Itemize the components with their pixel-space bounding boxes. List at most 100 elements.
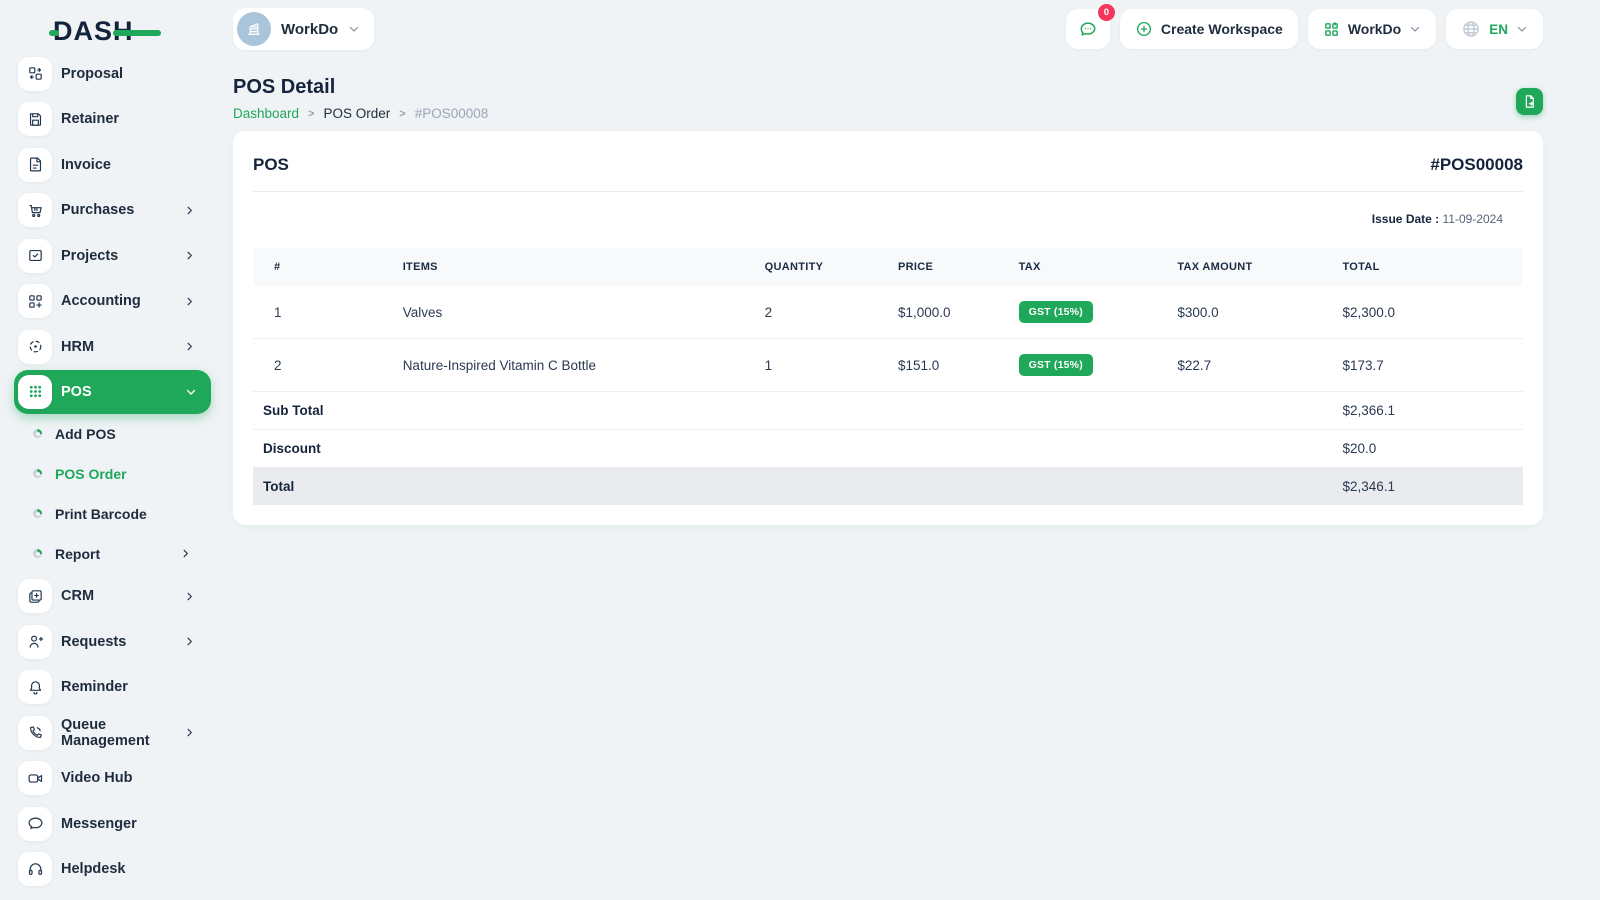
chevron-down-icon [350,26,359,32]
sidebar-item-label: Purchases [61,202,135,219]
cell-price: $1,000.0 [887,286,1009,339]
sidebar-item-projects[interactable]: Projects [14,233,211,279]
sidebar-item-accounting[interactable]: Accounting [14,279,211,325]
sidebar-item-purchases[interactable]: Purchases [14,188,211,234]
sidebar-item-video-hub[interactable]: Video Hub [14,756,211,802]
tax-badge: GST (15%) [1018,301,1093,323]
cell-qty: 2 [754,286,888,339]
cell-tax: GST (15%) [1008,338,1168,392]
export-button[interactable] [1516,88,1543,115]
subtotal-label: Sub Total [253,391,393,430]
sidebar-item-crm[interactable]: CRM [14,574,211,620]
sidebar-item-label: Queue Management [61,716,150,749]
language-selector[interactable]: EN [1446,9,1543,49]
chevron-right-icon [180,548,191,559]
issue-date-row: Issue Date : 11-09-2024 [233,192,1543,240]
workspace-selector[interactable]: WorkDo [233,8,375,50]
cell-item: Valves [392,286,755,339]
sidebar-item-queue-management[interactable]: Queue Management [14,710,211,756]
sidebar-item-hrm[interactable]: HRM [14,324,211,370]
sidebar-subitem-label: Add POS [55,425,116,442]
chevron-right-icon [184,205,195,216]
chevron-down-icon [1517,26,1527,32]
bullet-icon [33,549,42,558]
video-hub-icon [18,761,52,796]
page-title: POS Detail [233,76,336,98]
breadcrumb-dashboard[interactable]: Dashboard [233,106,299,121]
discount-value: $20.0 [1332,429,1523,468]
sidebar-item-label: Requests [61,633,127,650]
sidebar-subitem-add-pos[interactable]: Add POS [14,414,211,454]
sidebar-nav: Proposal Retainer Invoice Purchases Proj… [14,51,211,892]
plus-circle-icon [1136,21,1151,37]
total-row: Total $2,346.1 [253,467,1523,505]
sidebar-item-label: POS [61,383,92,400]
sidebar-item-retainer[interactable]: Retainer [14,97,211,143]
col-tax-amount: TAX AMOUNT [1167,248,1333,286]
sidebar-item-pos[interactable]: POS [14,369,211,414]
chat-button[interactable]: 0 [1065,4,1115,49]
sidebar-subitem-label: Report [55,545,101,562]
cell-tax: GST (15%) [1008,286,1168,339]
discount-row: Discount $20.0 [253,429,1523,468]
topbar-actions: 0 Create Workspace WorkDo EN [1065,4,1543,49]
main-content: WorkDo 0 Create Workspace WorkDo EN POS … [220,0,1600,900]
chat-icon [1080,22,1096,36]
cell-tax-amount: $300.0 [1167,286,1333,339]
pos-detail-card: POS #POS00008 Issue Date : 11-09-2024 # … [233,131,1543,525]
col-price: PRICE [887,248,1009,286]
sidebar-subitem-label: POS Order [55,465,127,482]
chevron-right-icon [184,250,195,261]
sidebar-item-reminder[interactable]: Reminder [14,665,211,711]
breadcrumb: Dashboard > POS Order > #POS00008 [233,106,1543,121]
pos-reference: #POS00008 [1430,155,1523,174]
chevron-down-icon [185,386,197,398]
queue-management-icon [18,715,52,750]
sidebar-item-label: Video Hub [61,770,133,787]
sidebar-item-label: CRM [61,588,95,605]
cell-num: 1 [253,286,393,339]
retainer-icon [18,102,52,137]
issue-date-label: Issue Date : [1371,212,1440,226]
sidebar-item-label: HRM [61,338,95,355]
tax-badge: GST (15%) [1018,354,1093,376]
messenger-icon [18,806,52,841]
col-total: TOTAL [1332,248,1523,286]
sidebar-subitem-pos-order[interactable]: POS Order [14,454,211,494]
file-export-icon [1525,95,1534,108]
card-title: POS [253,155,289,174]
invoice-icon [18,147,52,182]
sidebar-subitem-label: Print Barcode [55,505,147,522]
breadcrumb-pos-order[interactable]: POS Order [323,106,390,121]
cell-qty: 1 [754,338,888,392]
breadcrumb-separator: > [308,107,315,120]
sidebar-subitem-print-barcode[interactable]: Print Barcode [14,494,211,534]
requests-icon [18,624,52,659]
crm-icon [18,579,52,614]
sidebar-item-helpdesk[interactable]: Helpdesk [14,847,211,893]
create-workspace-button[interactable]: Create Workspace [1119,9,1298,49]
col-quantity: QUANTITY [754,248,888,286]
sidebar-item-requests[interactable]: Requests [14,619,211,665]
create-workspace-label: Create Workspace [1160,21,1283,37]
sidebar-item-invoice[interactable]: Invoice [14,142,211,188]
workspace-avatar [237,12,271,46]
bullet-icon [33,509,42,518]
chevron-right-icon [184,341,195,352]
sidebar-item-proposal[interactable]: Proposal [14,51,211,97]
globe-icon [1463,21,1480,37]
chevron-right-icon [184,727,195,738]
sidebar-item-messenger[interactable]: Messenger [14,801,211,847]
sidebar-item-label: Messenger [61,815,137,832]
sidebar-subitem-report[interactable]: Report [14,534,211,574]
cell-total: $173.7 [1332,338,1523,392]
subtotal-row: Sub Total $2,366.1 [253,391,1523,430]
brand-logo[interactable]: DASH [49,16,160,47]
chevron-right-icon [184,591,195,602]
workspace-menu-button[interactable]: WorkDo [1307,9,1437,49]
workspace-menu-label: WorkDo [1347,21,1402,37]
projects-icon [18,238,52,273]
chevron-right-icon [184,636,195,647]
issue-date-value: 11-09-2024 [1442,212,1504,226]
cell-num: 2 [253,338,393,392]
